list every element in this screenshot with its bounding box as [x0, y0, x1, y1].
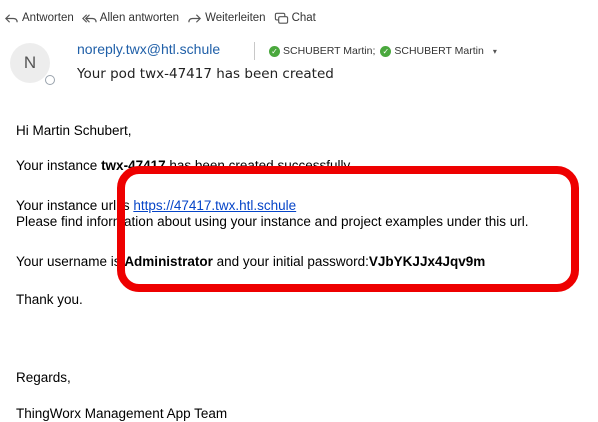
recipients-line: ✓ SCHUBERT Martin; ✓ SCHUBERT Martin ▾ — [269, 45, 497, 57]
signature-text: ThingWorx Management App Team — [16, 406, 228, 421]
recipient-1[interactable]: SCHUBERT Martin; — [283, 45, 375, 57]
url-prefix: Your instance url is — [16, 198, 134, 213]
reply-icon — [5, 13, 18, 23]
forward-label: Weiterleiten — [205, 12, 266, 24]
reply-button[interactable]: Antworten — [4, 11, 74, 26]
chat-button[interactable]: Chat — [274, 11, 316, 26]
email-subject: Your pod twx-47417 has been created — [77, 66, 334, 82]
reply-label: Antworten — [22, 12, 74, 24]
info-line: Please find information about using your… — [16, 214, 529, 229]
reading-pane-toolbar: Antworten Allen antworten Weiterleiten C… — [4, 9, 316, 27]
check-icon: ✓ — [269, 45, 280, 57]
instance-prefix: Your instance — [16, 158, 102, 173]
password-prefix: and your initial password: — [212, 254, 369, 269]
instance-created-line: Your instance twx-47417 has been created… — [16, 158, 353, 173]
username-prefix: Your username is — [16, 254, 125, 269]
greeting-text: Hi Martin Schubert, — [16, 123, 132, 138]
avatar-initial: N — [23, 53, 37, 72]
highlight-annotation-frame — [117, 166, 579, 292]
header-divider — [254, 42, 255, 60]
thank-you-text: Thank you. — [16, 292, 83, 307]
chevron-down-icon[interactable]: ▾ — [493, 47, 497, 56]
username-value: Administrator — [124, 254, 213, 269]
reply-all-button[interactable]: Allen antworten — [81, 11, 180, 26]
forward-icon — [188, 13, 202, 23]
recipient-2[interactable]: SCHUBERT Martin — [394, 45, 483, 57]
forward-button[interactable]: Weiterleiten — [187, 11, 266, 26]
regards-text: Regards, — [16, 370, 71, 385]
password-value: VJbYKJJx4Jqv9m — [368, 254, 486, 269]
instance-suffix: has been created successfully. — [165, 158, 353, 173]
chat-label: Chat — [291, 12, 316, 24]
instance-url-link[interactable]: https://47417.twx.htl.schule — [133, 198, 296, 213]
sender-address[interactable]: noreply.twx@htl.schule — [77, 41, 220, 57]
reply-all-label: Allen antworten — [99, 12, 180, 24]
presence-status-icon — [45, 75, 55, 85]
check-icon: ✓ — [380, 45, 392, 57]
credentials-line: Your username is Administrator and your … — [16, 254, 485, 269]
instance-name: twx-47417 — [101, 158, 166, 173]
avatar[interactable]: N — [10, 43, 50, 83]
chat-icon — [274, 12, 288, 24]
reply-all-icon — [81, 13, 97, 23]
instance-url-line: Your instance url is https://47417.twx.h… — [16, 198, 296, 213]
